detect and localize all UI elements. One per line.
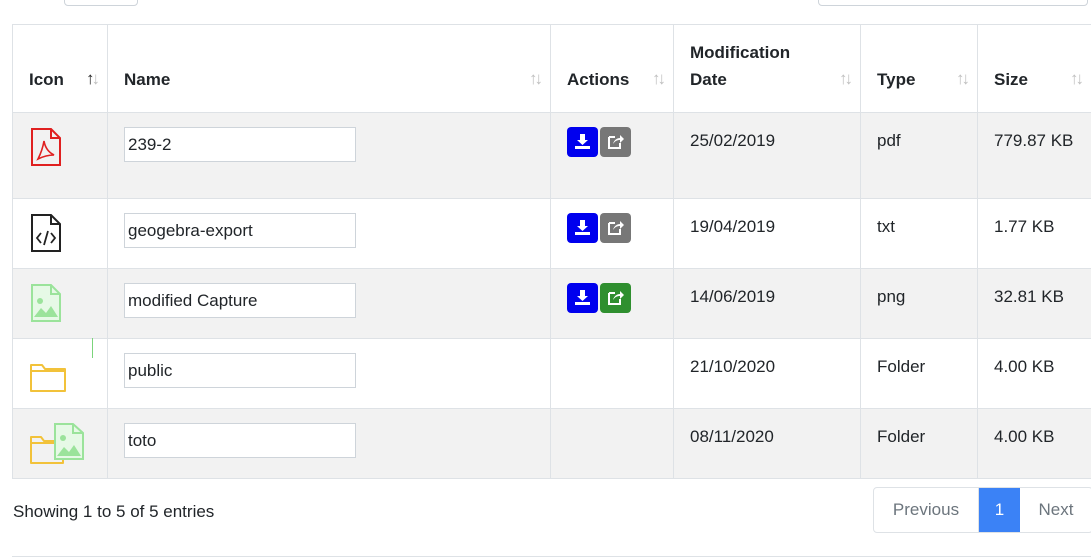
size-cell: 779.87 KB <box>977 112 1091 199</box>
download-button[interactable] <box>567 283 598 313</box>
date-cell: 19/04/2019 <box>673 198 861 269</box>
pagination: Previous 1 Next <box>873 487 1091 533</box>
search-input[interactable] <box>818 0 1088 6</box>
date-cell: 08/11/2020 <box>673 408 861 479</box>
code-file-icon[interactable] <box>29 214 63 257</box>
column-header-label: Modification Date <box>690 43 791 89</box>
table-row: 21/10/2020 Folder 4.00 KB <box>12 338 1091 409</box>
share-icon <box>608 291 624 305</box>
sort-indicator-icon: ↑↓ <box>652 69 666 88</box>
date-cell: 21/10/2020 <box>673 338 861 409</box>
actions-cell <box>550 112 674 199</box>
icon-cell <box>12 112 108 199</box>
type-cell: png <box>860 268 978 339</box>
type-cell: Folder <box>860 408 978 479</box>
icon-cell <box>12 268 108 339</box>
table-row: 25/02/2019 pdf 779.87 KB <box>12 112 1091 199</box>
pdf-file-icon[interactable] <box>29 128 63 171</box>
page-length-select[interactable] <box>64 0 138 6</box>
download-button[interactable] <box>567 213 598 243</box>
sort-indicator-icon: ↑↓ <box>529 69 543 88</box>
image-file-icon[interactable] <box>29 284 63 327</box>
column-header-modification-date[interactable]: Modification Date ↑↓ <box>673 24 861 113</box>
sort-indicator-icon: ↑↓ <box>86 69 100 88</box>
folder-icon[interactable] <box>29 364 67 397</box>
page-1-button[interactable]: 1 <box>979 488 1020 532</box>
drag-marker <box>92 338 93 358</box>
share-icon <box>608 221 624 235</box>
column-header-label: Size <box>994 70 1029 89</box>
column-header-label: Name <box>124 70 171 89</box>
table-row: 14/06/2019 png 32.81 KB <box>12 268 1091 339</box>
column-header-type[interactable]: Type ↑↓ <box>860 24 978 113</box>
icon-cell <box>12 198 108 269</box>
column-header-actions[interactable]: Actions ↑↓ <box>550 24 674 113</box>
actions-cell <box>550 268 674 339</box>
download-icon <box>575 220 590 235</box>
share-button[interactable] <box>600 283 631 313</box>
actions-cell <box>550 198 674 269</box>
folder-image-icon[interactable] <box>29 423 89 469</box>
column-header-label: Icon <box>29 70 64 89</box>
size-cell: 4.00 KB <box>977 338 1091 409</box>
name-cell <box>107 338 551 409</box>
file-name-input[interactable] <box>124 213 356 248</box>
share-icon <box>608 135 624 149</box>
actions-cell <box>550 338 674 409</box>
type-cell: pdf <box>860 112 978 199</box>
icon-cell <box>12 408 108 479</box>
table-info-text: Showing 1 to 5 of 5 entries <box>13 502 215 521</box>
name-cell <box>107 198 551 269</box>
next-page-button[interactable]: Next <box>1020 488 1091 532</box>
file-name-input[interactable] <box>124 283 356 318</box>
download-icon <box>575 134 590 149</box>
file-name-input[interactable] <box>124 353 356 388</box>
share-button[interactable] <box>600 213 631 243</box>
sort-indicator-icon: ↑↓ <box>956 69 970 88</box>
previous-page-button[interactable]: Previous <box>874 488 979 532</box>
column-header-name[interactable]: Name ↑↓ <box>107 24 551 113</box>
sort-indicator-icon: ↑↓ <box>1070 69 1084 88</box>
table-row: 19/04/2019 txt 1.77 KB <box>12 198 1091 269</box>
file-name-input[interactable] <box>124 127 356 162</box>
table-header-row: Icon ↑↓ Name ↑↓ Actions ↑↓ Modification … <box>12 24 1091 113</box>
divider <box>12 556 1091 557</box>
name-cell <box>107 268 551 339</box>
download-button[interactable] <box>567 127 598 157</box>
table-row: 08/11/2020 Folder 4.00 KB <box>12 408 1091 479</box>
size-cell: 1.77 KB <box>977 198 1091 269</box>
size-cell: 4.00 KB <box>977 408 1091 479</box>
date-cell: 25/02/2019 <box>673 112 861 199</box>
icon-cell <box>12 338 108 409</box>
column-header-label: Type <box>877 70 916 89</box>
size-cell: 32.81 KB <box>977 268 1091 339</box>
files-table: Icon ↑↓ Name ↑↓ Actions ↑↓ Modification … <box>12 24 1091 479</box>
column-header-label: Actions <box>567 70 630 89</box>
name-cell <box>107 112 551 199</box>
download-icon <box>575 290 590 305</box>
type-cell: txt <box>860 198 978 269</box>
file-name-input[interactable] <box>124 423 356 458</box>
column-header-size[interactable]: Size ↑↓ <box>977 24 1091 113</box>
sort-indicator-icon: ↑↓ <box>839 69 853 88</box>
type-cell: Folder <box>860 338 978 409</box>
share-button[interactable] <box>600 127 631 157</box>
name-cell <box>107 408 551 479</box>
actions-cell <box>550 408 674 479</box>
column-header-icon[interactable]: Icon ↑↓ <box>12 24 108 113</box>
date-cell: 14/06/2019 <box>673 268 861 339</box>
